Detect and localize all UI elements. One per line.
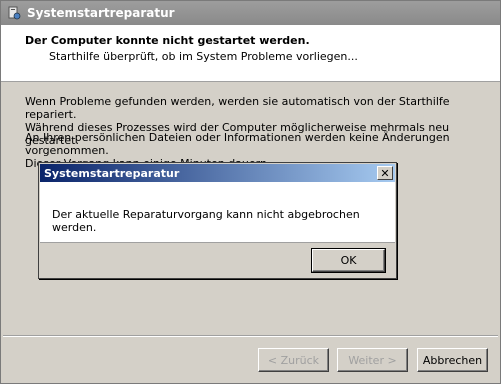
dialog-footer-separator bbox=[40, 242, 395, 243]
back-button[interactable]: < Zurück bbox=[258, 348, 329, 372]
error-dialog: Systemstartreparatur ✕ Der aktuelle Repa… bbox=[38, 162, 397, 279]
body-paragraph-1-line-1: Wenn Probleme gefunden werden, werden si… bbox=[25, 95, 450, 121]
button-bar-separator bbox=[3, 335, 498, 337]
dialog-close-button[interactable]: ✕ bbox=[377, 166, 393, 180]
dialog-message: Der aktuelle Reparaturvorgang kann nicht… bbox=[52, 208, 360, 234]
window-titlebar[interactable]: Systemstartreparatur bbox=[1, 1, 500, 25]
window-title: Systemstartreparatur bbox=[27, 6, 175, 20]
body-paragraph-2-line-1: An Ihren persönlichen Dateien oder Infor… bbox=[25, 131, 450, 157]
header-title: Der Computer konnte nicht gestartet werd… bbox=[25, 34, 310, 47]
cancel-button[interactable]: Abbrechen bbox=[417, 348, 488, 372]
dialog-titlebar[interactable]: Systemstartreparatur ✕ bbox=[40, 164, 395, 182]
app-icon bbox=[8, 6, 21, 20]
dialog-content: Der aktuelle Reparaturvorgang kann nicht… bbox=[40, 182, 395, 242]
close-icon: ✕ bbox=[380, 166, 390, 180]
dialog-title: Systemstartreparatur bbox=[44, 166, 180, 180]
header-area: Der Computer konnte nicht gestartet werd… bbox=[1, 25, 500, 82]
next-button[interactable]: Weiter > bbox=[337, 348, 408, 372]
ok-button[interactable]: OK bbox=[311, 248, 386, 273]
header-subtitle: Starthilfe überprüft, ob im System Probl… bbox=[49, 50, 358, 63]
